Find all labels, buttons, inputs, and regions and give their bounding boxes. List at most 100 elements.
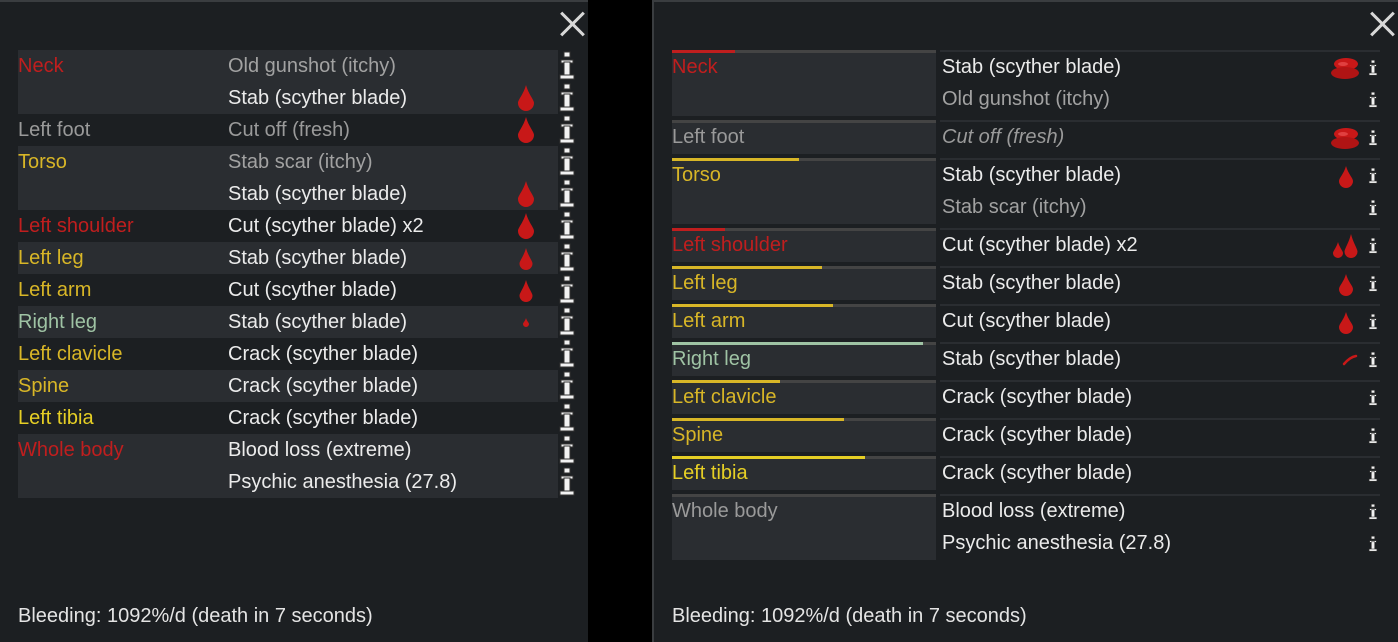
- body-part-group: Right leg Stab (scyther blade): [672, 342, 1380, 376]
- injury-label: Psychic anesthesia (27.8): [942, 532, 1172, 554]
- info-icon[interactable]: [558, 274, 576, 306]
- info-icon[interactable]: [1368, 160, 1378, 192]
- injury-label: Blood loss (extreme): [228, 439, 412, 461]
- info-icon[interactable]: [1368, 52, 1378, 84]
- body-part-cell: Neck: [672, 50, 936, 116]
- injury-label: Stab (scyther blade): [228, 87, 407, 109]
- injury-label: Stab scar (itchy): [942, 196, 1087, 218]
- injury-cell: Stab (scyther blade) Old gunshot (itchy): [940, 50, 1380, 116]
- info-icon[interactable]: [1368, 420, 1378, 452]
- body-part-label: Whole body: [672, 500, 778, 522]
- close-icon[interactable]: [1368, 10, 1396, 38]
- bleeding-drop-icon: [518, 114, 534, 146]
- bleeding-drop-icon: [1320, 268, 1360, 300]
- info-icon[interactable]: [1368, 122, 1378, 154]
- injury-row: Cut (scyther blade): [940, 306, 1380, 338]
- table-row: Left arm Cut (scyther blade): [18, 274, 578, 306]
- injury-cell: Cut (scyther blade) x2: [940, 228, 1380, 262]
- info-icon[interactable]: [1368, 528, 1378, 560]
- injury-row: Old gunshot (itchy): [940, 84, 1380, 116]
- injury-cell: Stab (scyther blade) Stab scar (itchy): [940, 158, 1380, 224]
- body-part-cell: Left foot: [672, 120, 936, 154]
- injury-row: Cut (scyther blade) x2: [940, 230, 1380, 262]
- table-row: Stab (scyther blade): [18, 178, 578, 210]
- close-icon[interactable]: [558, 10, 586, 38]
- injury-cell: Crack (scyther blade): [940, 418, 1380, 452]
- injury-row: Stab (scyther blade): [940, 160, 1380, 192]
- info-icon[interactable]: [1368, 84, 1378, 116]
- body-part-group: Left foot Cut off (fresh): [672, 120, 1380, 154]
- table-row: Right leg Stab (scyther blade): [18, 306, 578, 338]
- injury-list: Neck Old gunshot (itchy) Stab (scyther bla…: [18, 50, 578, 498]
- bleeding-drop-icon: [1320, 306, 1360, 338]
- info-icon[interactable]: [1368, 230, 1378, 262]
- injury-cell: Stab (scyther blade): [940, 266, 1380, 300]
- info-icon[interactable]: [558, 114, 576, 146]
- injury-cell: Crack (scyther blade): [940, 380, 1380, 414]
- info-icon[interactable]: [1368, 268, 1378, 300]
- injury-label: Old gunshot (itchy): [228, 55, 396, 77]
- info-icon[interactable]: [1368, 192, 1378, 224]
- info-icon[interactable]: [558, 210, 576, 242]
- body-part-label: Left arm: [18, 279, 92, 301]
- body-part-cell: Spine: [672, 418, 936, 452]
- info-icon[interactable]: [558, 146, 576, 178]
- info-icon[interactable]: [558, 242, 576, 274]
- info-icon[interactable]: [558, 82, 576, 114]
- info-icon[interactable]: [558, 434, 576, 466]
- table-row: Left clavicle Crack (scyther blade): [18, 338, 578, 370]
- body-part-label: Left shoulder: [18, 215, 134, 237]
- body-part-label: Spine: [672, 424, 724, 446]
- info-icon[interactable]: [1368, 344, 1378, 376]
- health-panel-left: Neck Old gunshot (itchy) Stab (scyther bla…: [0, 0, 588, 642]
- bleeding-drop-icon: [518, 178, 534, 210]
- info-icon[interactable]: [558, 50, 576, 82]
- injury-label: Crack (scyther blade): [942, 386, 1133, 408]
- body-part-cell: Left leg: [672, 266, 936, 300]
- info-icon[interactable]: [1368, 382, 1378, 414]
- body-part-group: Left leg Stab (scyther blade): [672, 266, 1380, 300]
- table-row: Stab (scyther blade): [18, 82, 578, 114]
- table-row: Whole body Blood loss (extreme): [18, 434, 578, 466]
- injury-label: Stab (scyther blade): [942, 272, 1121, 294]
- info-icon[interactable]: [1368, 496, 1378, 528]
- bleeding-drop-icon: [1320, 230, 1360, 262]
- body-part-label: Left clavicle: [18, 343, 123, 365]
- body-part-label: Left tibia: [672, 462, 748, 484]
- injury-list: Neck Stab (scyther blade) Old gunshot (itc…: [672, 50, 1380, 564]
- blood-pool-icon: [1320, 52, 1360, 84]
- body-part-cell: Right leg: [672, 342, 936, 376]
- body-part-label: Left shoulder: [672, 234, 788, 256]
- info-icon[interactable]: [558, 402, 576, 434]
- table-row: Left shoulder Cut (scyther blade) x2: [18, 210, 578, 242]
- table-row: Left leg Stab (scyther blade): [18, 242, 578, 274]
- injury-label: Cut off (fresh): [228, 119, 350, 141]
- info-icon[interactable]: [558, 178, 576, 210]
- bleeding-drop-icon: [1320, 160, 1360, 192]
- info-icon[interactable]: [558, 466, 576, 498]
- info-icon[interactable]: [558, 370, 576, 402]
- health-panel-right: Neck Stab (scyther blade) Old gunshot (itc…: [652, 0, 1398, 642]
- table-row: Left foot Cut off (fresh): [18, 114, 578, 146]
- injury-row: Stab (scyther blade): [940, 344, 1380, 376]
- info-icon[interactable]: [1368, 458, 1378, 490]
- info-icon[interactable]: [558, 306, 576, 338]
- bleeding-summary: Bleeding: 1092%/d (death in 7 seconds): [672, 605, 1027, 627]
- injury-label: Blood loss (extreme): [942, 500, 1126, 522]
- injury-label: Cut (scyther blade): [942, 310, 1111, 332]
- injury-label: Cut off (fresh): [942, 126, 1065, 148]
- info-icon[interactable]: [558, 338, 576, 370]
- bleeding-drop-icon: [518, 210, 534, 242]
- body-part-group: Left arm Cut (scyther blade): [672, 304, 1380, 338]
- body-part-label: Left leg: [18, 247, 84, 269]
- body-part-cell: Left clavicle: [672, 380, 936, 414]
- blood-pool-icon: [1320, 122, 1360, 154]
- info-icon[interactable]: [1368, 306, 1378, 338]
- body-part-label: Spine: [18, 375, 70, 397]
- bleeding-drop-icon: [1320, 344, 1360, 376]
- injury-row: Stab scar (itchy): [940, 192, 1380, 224]
- injury-label: Crack (scyther blade): [228, 375, 419, 397]
- bleeding-summary: Bleeding: 1092%/d (death in 7 seconds): [18, 605, 373, 627]
- injury-label: Crack (scyther blade): [228, 343, 419, 365]
- table-row: Left tibia Crack (scyther blade): [18, 402, 578, 434]
